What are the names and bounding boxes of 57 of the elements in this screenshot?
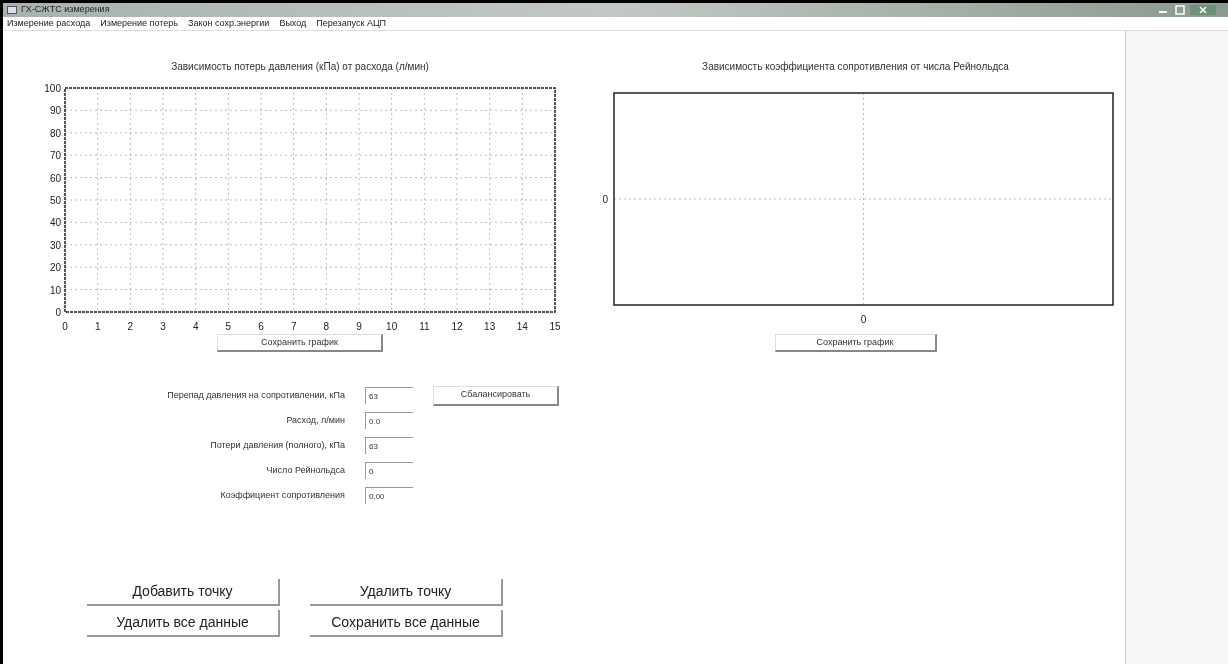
action-button[interactable]: Удалить все данные <box>87 610 280 637</box>
action-button[interactable]: Удалить точку <box>310 579 503 606</box>
chart-title: Зависимость потерь давления (кПа) от расхода (л/мин) <box>171 61 429 72</box>
app-icon <box>7 6 17 14</box>
action-button[interactable]: Сохранить все данные <box>310 610 503 637</box>
x-tick-label: 7 <box>290 321 297 332</box>
chart-title: Зависимость коэффициента сопротивления от числа Рейнольдса <box>702 61 1009 72</box>
field-label: Коэффициент сопротивления <box>219 488 345 502</box>
x-tick-label: 9 <box>356 321 362 332</box>
x-tick-label: 8 <box>323 321 330 332</box>
window-title: ГХ-СЖТС измерения <box>21 3 110 17</box>
save-chart-button[interactable]: Сохранить график <box>774 334 937 352</box>
menu-item[interactable]: Измерение потерь <box>100 16 178 31</box>
close-icon[interactable] <box>1190 5 1216 15</box>
x-tick-label: 3 <box>160 321 166 332</box>
x-tick-label: 6 <box>258 321 264 332</box>
field-label: Потери давления (полного), кПа <box>209 438 345 452</box>
maximize-icon[interactable] <box>1174 5 1186 15</box>
save-chart-button[interactable]: Сохранить график <box>217 334 383 352</box>
action-button[interactable]: Добавить точку <box>87 579 280 606</box>
menu-item[interactable]: Перезапуск АЦП <box>316 16 387 31</box>
x-tick-label: 4 <box>192 321 199 332</box>
x-tick-label: 0 <box>62 321 68 332</box>
x-tick-label: 14 <box>516 321 528 332</box>
y-tick-label: 40 <box>49 217 61 229</box>
value-field[interactable]: 63 <box>365 437 413 454</box>
y-tick-label: 0 <box>55 307 61 318</box>
menu-item[interactable]: Измерение расхода <box>7 16 91 31</box>
field-label: Перепад давления на сопротивлении, кПа <box>166 388 345 402</box>
x-tick-label: 13 <box>484 321 496 332</box>
x-tick-label: 15 <box>549 321 561 332</box>
value-field[interactable]: 0.00 <box>365 487 413 504</box>
x-tick-label: 11 <box>419 321 430 332</box>
value-field[interactable]: 63 <box>365 387 413 404</box>
x-tick-label: 2 <box>127 321 134 332</box>
y-tick-label: 20 <box>49 262 61 274</box>
y-tick-label: 100 <box>44 83 61 94</box>
x-tick-label: 0 <box>860 314 867 325</box>
value-field[interactable]: 0 <box>365 462 413 479</box>
x-tick-label: 1 <box>94 321 101 332</box>
y-tick-label: 10 <box>49 284 61 296</box>
y-tick-label: 90 <box>49 105 61 117</box>
y-tick-label: 30 <box>49 239 61 251</box>
balance-button[interactable]: Сбалансировать <box>433 385 559 406</box>
field-label: Число Рейнольдса <box>265 463 345 477</box>
menu-item[interactable]: Выход <box>279 16 307 31</box>
menu-item[interactable]: Закон сохр.энергии <box>188 16 270 31</box>
field-label: Расход, л/мин <box>285 413 345 427</box>
y-tick-label: 60 <box>49 172 61 184</box>
y-tick-label: 0 <box>602 194 608 205</box>
y-tick-label: 50 <box>49 195 61 206</box>
value-field[interactable]: 0.0 <box>365 412 413 429</box>
x-tick-label: 5 <box>225 321 232 332</box>
y-tick-label: 80 <box>49 127 61 139</box>
x-tick-label: 12 <box>451 321 463 332</box>
y-tick-label: 70 <box>49 150 61 162</box>
x-tick-label: 10 <box>386 321 398 332</box>
